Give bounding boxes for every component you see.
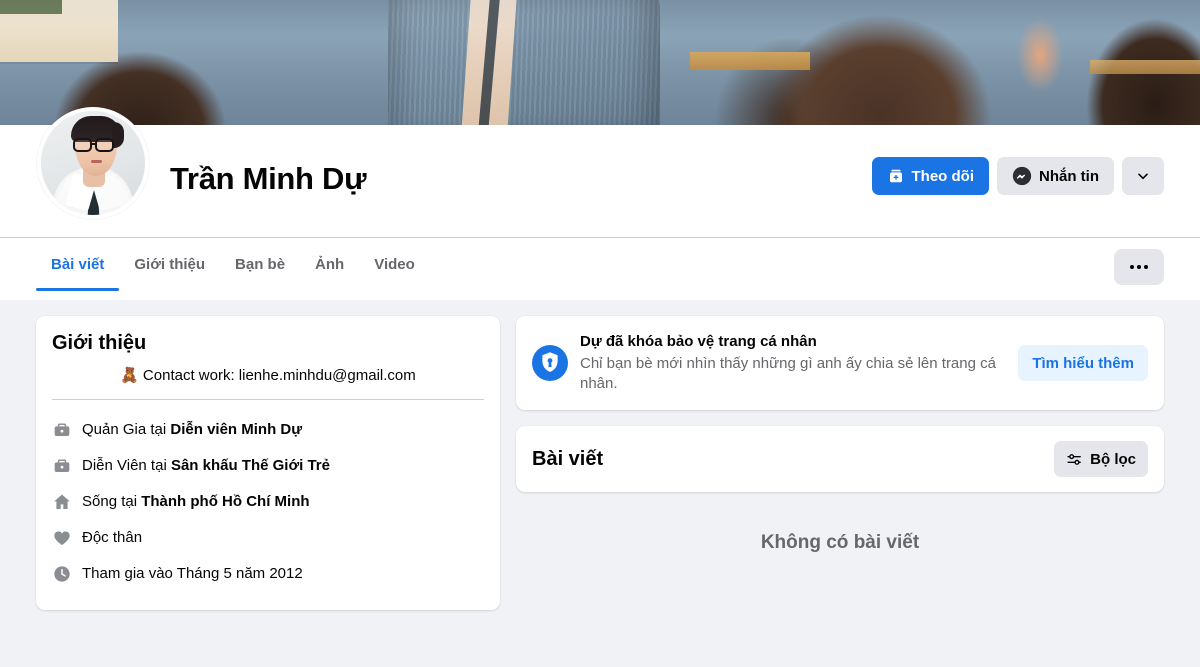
intro-card-title: Giới thiệu	[52, 332, 147, 354]
tab-posts[interactable]: Bài viết	[36, 238, 120, 291]
heart-icon	[52, 528, 72, 548]
intro-bio-text: Contact work: lienhe.minhdu@gmail.com	[142, 367, 416, 384]
tab-videos[interactable]: Video	[359, 238, 430, 290]
home-icon	[52, 492, 72, 512]
message-button-label: Nhắn tin	[1039, 167, 1099, 185]
follow-button-label: Theo dõi	[911, 167, 975, 185]
list-item-text: Quản Gia tại Diễn viên Minh Dự	[82, 421, 303, 438]
page-title: Trần Minh Dự	[170, 161, 367, 196]
list-item-text: Tham gia vào Tháng 5 năm 2012	[82, 565, 303, 582]
intro-divider	[52, 399, 484, 400]
messenger-icon	[1012, 166, 1032, 186]
posts-header-card: Bài viết Bộ lọc	[516, 426, 1164, 492]
shield-lock-icon	[532, 345, 568, 381]
learn-more-button[interactable]: Tìm hiểu thêm	[1018, 345, 1148, 381]
tab-about-label: Giới thiệu	[134, 255, 206, 273]
tab-posts-label: Bài viết	[51, 255, 105, 273]
avatar-lips	[91, 160, 102, 163]
notice-title: Dự đã khóa bảo vệ trang cá nhân	[580, 333, 817, 350]
tab-about[interactable]: Giới thiệu	[119, 238, 220, 290]
follow-button[interactable]: Theo dõi	[871, 157, 989, 195]
list-item-text: Độc thân	[82, 529, 143, 546]
empty-posts-message: Không có bài viết	[760, 532, 920, 553]
cover-gradient-overlay	[0, 0, 1200, 125]
right-column: Dự đã khóa bảo vệ trang cá nhân Chỉ bạn …	[516, 316, 1164, 564]
avatar-image	[41, 111, 145, 215]
avatar[interactable]	[37, 107, 149, 219]
tab-friends[interactable]: Bạn bè	[220, 238, 300, 290]
filter-button-label: Bộ lọc	[1090, 450, 1136, 468]
left-column: Giới thiệu 🧸 Contact work: lienhe.minhdu@…	[36, 316, 500, 610]
notice-subtitle: Chỉ bạn bè mới nhìn thấy những gì anh ấy…	[580, 355, 996, 392]
tab-more-button[interactable]	[1114, 249, 1164, 285]
intro-list: Quản Gia tại Diễn viên Minh Dự Diễn Viên…	[52, 412, 484, 592]
profile-identity-bar: Trần Minh Dự Theo dõi Nhắn tin	[0, 107, 1200, 237]
message-button[interactable]: Nhắn tin	[997, 157, 1114, 195]
tab-friends-label: Bạn bè	[235, 255, 286, 273]
ellipsis-icon	[1130, 265, 1148, 269]
profile-actions: Theo dõi Nhắn tin	[871, 157, 1164, 195]
locked-profile-notice-card: Dự đã khóa bảo vệ trang cá nhân Chỉ bạn …	[516, 316, 1164, 410]
tab-photos[interactable]: Ảnh	[300, 238, 359, 290]
avatar-glasses-bridge	[92, 143, 97, 146]
posts-title: Bài viết	[532, 447, 604, 470]
list-item[interactable]: Diễn Viên tại Sân khấu Thế Giới Trẻ	[52, 448, 484, 484]
profile-content: Giới thiệu 🧸 Contact work: lienhe.minhdu@…	[0, 300, 1200, 610]
filter-button[interactable]: Bộ lọc	[1054, 441, 1148, 477]
sliders-icon	[1066, 451, 1083, 468]
tab-list: Bài viết Giới thiệu Bạn bè Ảnh Video	[36, 238, 430, 300]
list-item[interactable]: Sống tại Thành phố Hồ Chí Minh	[52, 484, 484, 520]
briefcase-icon	[52, 456, 72, 476]
briefcase-icon	[52, 420, 72, 440]
intro-card: Giới thiệu 🧸 Contact work: lienhe.minhdu@…	[36, 316, 500, 610]
cover-photo-container[interactable]	[0, 0, 1200, 125]
facebook-profile-page: Trần Minh Dự Theo dõi Nhắn tin Bài viết …	[0, 0, 1200, 667]
tab-photos-label: Ảnh	[315, 255, 345, 273]
follow-plus-icon	[887, 167, 905, 185]
tab-videos-label: Video	[374, 255, 415, 273]
clock-icon	[52, 564, 72, 584]
list-item-text: Diễn Viên tại Sân khấu Thế Giới Trẻ	[82, 457, 330, 474]
list-item-text: Sống tại Thành phố Hồ Chí Minh	[82, 493, 310, 510]
chevron-down-icon	[1135, 168, 1151, 184]
list-item[interactable]: Quản Gia tại Diễn viên Minh Dự	[52, 412, 484, 448]
teddy-bear-icon: 🧸	[120, 367, 139, 384]
avatar-glasses-left	[73, 138, 92, 152]
intro-bio: 🧸 Contact work: lienhe.minhdu@gmail.com	[52, 366, 484, 399]
list-item[interactable]: Tham gia vào Tháng 5 năm 2012	[52, 556, 484, 592]
profile-tabbar: Bài viết Giới thiệu Bạn bè Ảnh Video	[0, 237, 1200, 300]
avatar-glasses-right	[95, 138, 114, 152]
list-item[interactable]: Độc thân	[52, 520, 484, 556]
more-actions-button[interactable]	[1122, 157, 1164, 195]
